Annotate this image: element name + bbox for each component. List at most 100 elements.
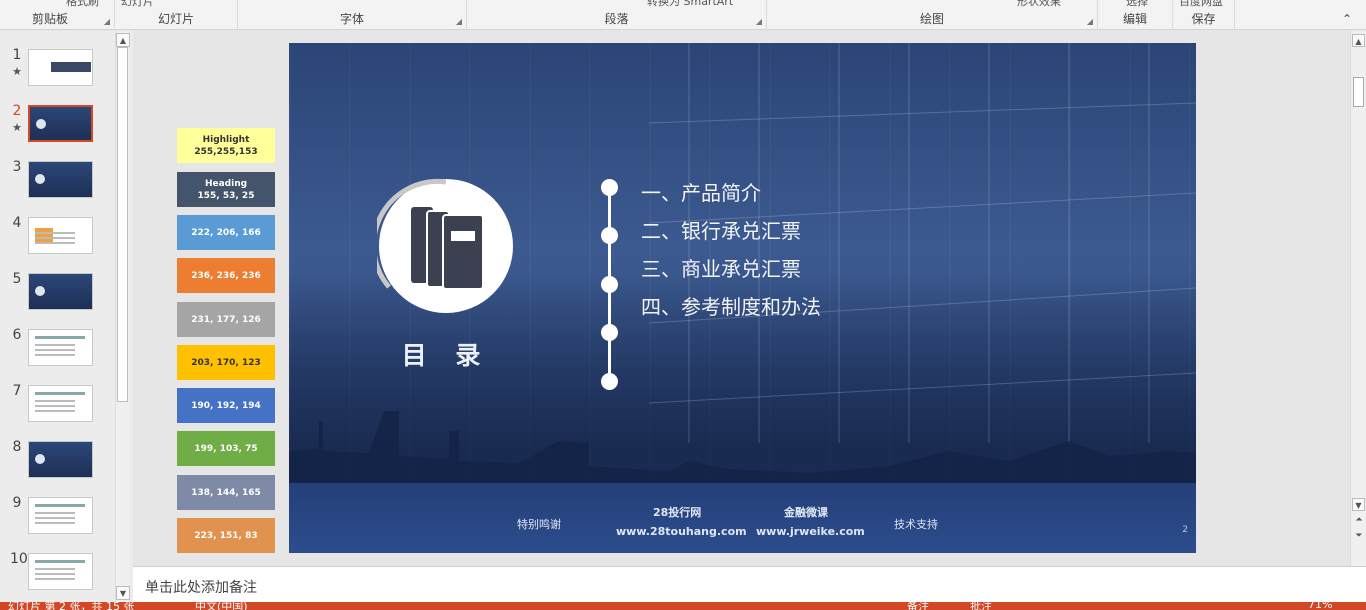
ribbon-group-label: 编辑	[1122, 12, 1147, 26]
collapse-ribbon-icon[interactable]: ⌃	[1342, 12, 1352, 26]
footer-site2-name: 金融微课	[784, 506, 828, 519]
timeline-dot	[601, 324, 618, 341]
city-skyline-image	[289, 411, 1196, 491]
baidu-netdisk-button[interactable]: 百度网盘	[1179, 0, 1223, 9]
scroll-up-icon[interactable]: ▲	[1352, 34, 1365, 47]
notes-pane[interactable]: 单击此处添加备注	[133, 566, 1366, 602]
select-button[interactable]: 选择	[1126, 0, 1148, 9]
slide-number: 7	[12, 383, 22, 399]
timeline-dot	[601, 179, 618, 196]
slide-thumbnail[interactable]: 9	[0, 495, 115, 545]
toc-item[interactable]: 三、商业承兑汇票	[641, 253, 801, 282]
timeline-dot	[601, 373, 618, 390]
scroll-down-icon[interactable]: ▼	[116, 586, 130, 600]
ribbon-group-drawing: 形状效果 绘图 ◢	[767, 0, 1098, 30]
scrollbar-thumb[interactable]	[117, 47, 128, 402]
slide-number: 3	[12, 159, 22, 175]
slide-thumbnail[interactable]: 5	[0, 271, 115, 321]
convert-smartart-button[interactable]: 转换为 SmartArt	[647, 0, 733, 9]
notes-placeholder: 单击此处添加备注	[145, 580, 257, 596]
ribbon-group-label: 保存	[1191, 12, 1216, 26]
language-status[interactable]: 中文(中国)	[195, 602, 248, 610]
slide-thumbnail[interactable]: 7	[0, 383, 115, 433]
footer-site2-url: www.jrweike.com	[756, 525, 865, 538]
slide-page-number: 2	[1182, 525, 1188, 535]
thumbnail-image	[28, 49, 93, 86]
ribbon-group-slides: 幻灯片 幻灯片	[115, 0, 238, 30]
swatch-label: Highlight	[202, 134, 250, 145]
scroll-down-icon[interactable]: ▼	[1352, 498, 1365, 511]
ribbon-group-save: 百度网盘 保存	[1173, 0, 1235, 30]
slide-canvas[interactable]: 目 录 一、产品简介 二、银行承兑汇票 三、商业承兑汇票 四、参考制度和办法 特…	[289, 43, 1196, 553]
dialog-launcher-icon[interactable]: ◢	[1087, 17, 1093, 26]
slide-thumbnail[interactable]: 6	[0, 327, 115, 377]
color-swatch[interactable]: 138, 144, 165	[177, 475, 275, 510]
color-swatch[interactable]: 199, 103, 75	[177, 431, 275, 466]
thumbnail-image	[28, 441, 93, 478]
dialog-launcher-icon[interactable]: ◢	[456, 17, 462, 26]
ribbon-group-paragraph: 转换为 SmartArt 段落 ◢	[467, 0, 767, 30]
ribbon-group-label: 绘图	[919, 12, 944, 26]
swatch-label: 190, 192, 194	[191, 400, 261, 411]
previous-slide-icon[interactable]: ⏶	[1353, 515, 1365, 525]
toc-item[interactable]: 一、产品简介	[641, 177, 761, 206]
swatch-label: 223, 151, 83	[194, 530, 258, 541]
ribbon-group-editing: 选择 编辑	[1098, 0, 1173, 30]
shape-effects-button[interactable]: 形状效果	[1017, 0, 1061, 9]
new-slide-button[interactable]: 幻灯片	[121, 0, 154, 9]
comments-toggle-button[interactable]: 批注	[970, 602, 992, 610]
dialog-launcher-icon[interactable]: ◢	[756, 17, 762, 26]
color-swatch[interactable]: 223, 151, 83	[177, 518, 275, 553]
slide-number: 5	[12, 271, 22, 287]
slide-count-status: 幻灯片 第 2 张，共 15 张	[8, 602, 135, 610]
zoom-level[interactable]: 71%	[1308, 602, 1332, 610]
toc-item[interactable]: 四、参考制度和办法	[641, 291, 821, 320]
slide-thumbnail[interactable]: 2 ★	[0, 103, 115, 153]
editor-scrollbar[interactable]: ▲ ▼ ⏶ ⏷	[1350, 31, 1366, 566]
slide-thumbnail[interactable]: 1 ★	[0, 47, 115, 97]
swatch-label: 231, 177, 126	[191, 314, 261, 325]
footer-support: 技术支持	[894, 518, 938, 531]
slide-title[interactable]: 目 录	[391, 336, 501, 372]
notes-toggle-button[interactable]: 备注	[907, 602, 929, 610]
color-swatch[interactable]: Heading 155, 53, 25	[177, 172, 275, 207]
timeline-dot	[601, 276, 618, 293]
swatch-label: 236, 236, 236	[191, 270, 261, 281]
scroll-up-icon[interactable]: ▲	[116, 33, 130, 47]
books-icon	[411, 207, 484, 290]
swatch-label: 199, 103, 75	[194, 443, 258, 454]
slide-thumbnail[interactable]: 8	[0, 439, 115, 489]
thumbnail-image	[28, 217, 93, 254]
next-slide-icon[interactable]: ⏷	[1353, 531, 1365, 541]
slide-thumbnail[interactable]: 4	[0, 215, 115, 265]
color-swatch[interactable]: 231, 177, 126	[177, 302, 275, 337]
swatch-label: Heading	[204, 178, 248, 189]
scrollbar-thumb[interactable]	[1353, 77, 1364, 107]
footer-thanks: 特别鸣谢	[517, 518, 561, 531]
slide-number: 8	[12, 439, 22, 455]
thumbnail-image	[28, 105, 93, 142]
ribbon-group-label: 剪贴板	[32, 12, 69, 26]
thumbnail-scrollbar[interactable]: ▲ ▼	[115, 31, 130, 602]
dialog-launcher-icon[interactable]: ◢	[104, 17, 110, 26]
ribbon-group-label: 段落	[604, 12, 629, 26]
slide-thumbnail-pane: 1 ★ 2 ★ 3 4 5 6 7 8 9 10	[0, 31, 133, 602]
status-bar: 幻灯片 第 2 张，共 15 张 中文(中国) 备注 批注 71%	[0, 602, 1366, 610]
toc-item[interactable]: 二、银行承兑汇票	[641, 215, 801, 244]
slide-number: 2	[12, 103, 22, 119]
slide-thumbnail[interactable]: 3	[0, 159, 115, 209]
color-swatch[interactable]: Highlight 255,255,153	[177, 128, 275, 163]
color-swatch[interactable]: 222, 206, 166	[177, 215, 275, 250]
color-swatch[interactable]: 203, 170, 123	[177, 345, 275, 380]
animation-star-icon: ★	[12, 121, 22, 134]
slide-thumbnail[interactable]: 10	[0, 551, 115, 601]
swatch-value: 155, 53, 25	[197, 190, 255, 201]
thumbnail-image	[28, 497, 93, 534]
color-swatch[interactable]: 236, 236, 236	[177, 258, 275, 293]
swatch-label: 203, 170, 123	[191, 357, 261, 368]
slide-number: 9	[12, 495, 22, 511]
slide-number: 6	[12, 327, 22, 343]
format-painter-button[interactable]: 格式刷	[66, 0, 99, 9]
color-swatch[interactable]: 190, 192, 194	[177, 388, 275, 423]
ribbon-group-clipboard: 格式刷 剪贴板 ◢	[0, 0, 115, 30]
